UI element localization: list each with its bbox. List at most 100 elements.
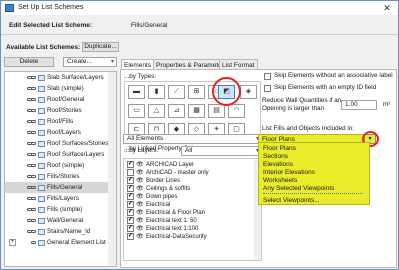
link-icon [31, 230, 36, 233]
layer-row[interactable]: 👁Electrical text 1: 50 [124, 216, 254, 225]
annotation-circle [212, 77, 241, 106]
expand-icon[interactable]: + [9, 239, 16, 246]
tree-item-selected[interactable]: Fills/General [5, 182, 116, 193]
slab-type-icon[interactable]: ▭ [128, 104, 145, 118]
tree-item[interactable]: + General Element List [5, 237, 116, 248]
scheme-icon [38, 218, 45, 224]
scheme-icon [38, 163, 45, 169]
tree-item[interactable]: Roof/Stories [5, 105, 116, 116]
tree-item-label: Wall/General [47, 217, 84, 224]
delete-button[interactable]: Delete [4, 57, 54, 67]
roof-type-icon[interactable]: △ [148, 104, 165, 118]
tree-item[interactable]: Roof (simple) [5, 160, 116, 171]
eye-icon[interactable]: 👁 [136, 225, 144, 233]
dropdown-option[interactable]: Interior Elevations [263, 169, 315, 176]
eye-icon[interactable]: 👁 [136, 201, 144, 209]
window-type-icon[interactable]: ⊞ [188, 85, 205, 99]
title-bar: Set Up List Schemes ✕ [1, 1, 398, 15]
link-icon [31, 186, 36, 189]
scheme-icon [38, 75, 45, 81]
layer-checkbox[interactable] [127, 169, 134, 176]
eye-icon[interactable]: 👁 [136, 161, 144, 169]
close-icon[interactable]: ✕ [379, 2, 395, 14]
layers-filter-select[interactable]: All ▾ [181, 146, 262, 156]
reduce-wall-label-2: Opening is larger than [262, 105, 324, 112]
eye-icon[interactable]: 👁 [136, 193, 144, 201]
tree-item-label: Roof Surface/Layers [47, 151, 105, 158]
skip-empty-checkbox[interactable] [264, 85, 271, 92]
layer-row[interactable]: 👁Electrical [124, 200, 254, 209]
dropdown-option[interactable]: Sections [263, 153, 288, 160]
create-select[interactable]: Create... ▾ [63, 57, 117, 67]
tree-item-label: Fills/General [47, 184, 83, 191]
layer-label: Electrical & Floor Plan [146, 210, 206, 216]
shell-type-icon[interactable]: ◠ [228, 104, 245, 118]
link-icon [31, 120, 36, 123]
layer-checkbox[interactable] [127, 208, 134, 216]
zone-type-icon[interactable]: ▦ [188, 104, 205, 118]
column-type-icon[interactable]: ▮ [148, 85, 165, 99]
layer-label: ARCHICAD Layer [146, 162, 195, 168]
layer-checkbox[interactable] [127, 224, 134, 232]
skip-assoc-checkbox[interactable] [264, 73, 271, 80]
object-type-icon[interactable]: ◈ [240, 85, 257, 99]
curtain-wall-type-icon[interactable]: ▤ [208, 104, 225, 118]
eye-icon[interactable]: 👁 [136, 233, 144, 241]
wall-type-icon[interactable]: ▬ [128, 85, 145, 99]
linked-select-value: All Elements [127, 135, 164, 142]
scheme-tree[interactable]: Slab Surface/Layers Slab (simple) Roof/G… [4, 71, 117, 267]
reduce-wall-input[interactable]: 1.00 [341, 100, 377, 110]
tree-item[interactable]: Roof/Layers [5, 127, 116, 138]
linked-property-select[interactable]: All Elements ▾ [123, 134, 262, 144]
duplicate-button[interactable]: Duplicate... [82, 42, 119, 52]
tree-item[interactable]: Roof/Fills [5, 116, 116, 127]
layer-label: Electrical text 1: 50 [146, 218, 197, 224]
layer-row[interactable]: 👁Border Lines [124, 176, 254, 185]
tree-item[interactable]: Roof/General [5, 94, 116, 105]
layer-checkbox[interactable] [127, 232, 134, 240]
layer-row[interactable]: 👁Down pipes [124, 192, 254, 201]
tree-item[interactable]: Slab (simple) [5, 83, 116, 94]
eye-icon[interactable]: 👁 [136, 169, 144, 177]
beam-type-icon[interactable]: ⟋ [168, 85, 185, 99]
layer-row[interactable]: 👁Electrical-DataSecurity [124, 232, 254, 241]
layers-list[interactable]: 👁ARCHICAD Layer 👁ArchiCAD - master only … [123, 158, 262, 261]
layer-row[interactable]: 👁 ArchiCAD - master only [124, 169, 254, 177]
dropdown-option[interactable]: Floor Plans [263, 145, 296, 152]
layer-checkbox[interactable] [127, 192, 134, 200]
layer-row[interactable]: 👁ARCHICAD Layer [124, 160, 254, 169]
layer-checkbox[interactable] [127, 160, 134, 168]
layer-checkbox[interactable] [127, 184, 134, 192]
tree-item-label: General Element List [47, 239, 106, 246]
select-viewpoints-option[interactable]: Select Viewpoints... [263, 197, 320, 204]
eye-icon[interactable]: 👁 [136, 217, 144, 225]
layer-row[interactable]: 👁Electrical text 1:100 [124, 224, 254, 233]
dropdown-option[interactable]: Worksheets [263, 177, 297, 184]
layer-checkbox[interactable] [127, 200, 134, 208]
layer-checkbox[interactable] [127, 176, 134, 184]
tree-item[interactable]: Wall/General [5, 215, 116, 226]
layer-row[interactable]: 👁Electrical & Floor Plan [124, 208, 254, 217]
skip-empty-label: Skip Elements with an empty ID field [274, 84, 377, 91]
scheme-icon [38, 196, 45, 202]
tree-item[interactable]: Slab Surface/Layers [5, 72, 116, 83]
tree-item-label: Roof/Fills [47, 118, 74, 125]
scheme-icon [38, 86, 45, 92]
tree-item[interactable]: Fills/Stories [5, 171, 116, 182]
tree-item[interactable]: Fills (simple) [5, 204, 116, 215]
tree-scrollbar[interactable] [108, 72, 116, 266]
dropdown-option[interactable]: Any Selected Viewpoints [263, 185, 334, 192]
mesh-type-icon[interactable]: ⊿ [168, 104, 185, 118]
eye-icon[interactable]: 👁 [136, 209, 144, 217]
layer-row[interactable]: 👁Ceilings & soffits [124, 184, 254, 193]
tree-item[interactable]: Stairs/Name_Id [5, 226, 116, 237]
tree-item-label: Fills/Layers [47, 195, 79, 202]
layer-checkbox[interactable] [127, 216, 134, 224]
tree-item[interactable]: Fills/Layers [5, 193, 116, 204]
create-select-label: Create... [67, 58, 92, 65]
tree-item[interactable]: Roof Surface/Layers [5, 149, 116, 160]
eye-icon[interactable]: 👁 [136, 185, 144, 193]
eye-icon[interactable]: 👁 [136, 177, 144, 185]
tree-item[interactable]: Roof Surfaces/Stories [5, 138, 116, 149]
dropdown-option[interactable]: Elevations [263, 161, 293, 168]
